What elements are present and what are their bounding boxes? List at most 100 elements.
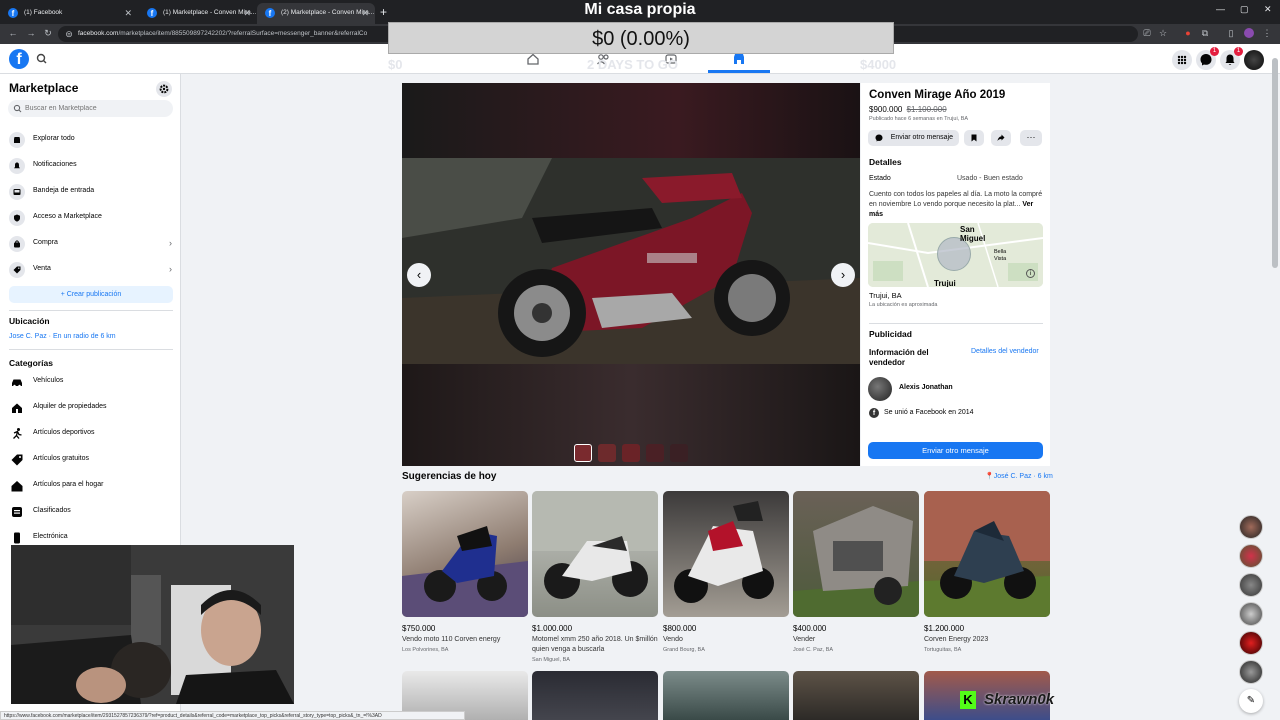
category-alquiler[interactable]: Alquiler de propiedades xyxy=(9,397,174,417)
new-tab-button[interactable]: + xyxy=(380,3,387,21)
menu-grid-button[interactable] xyxy=(1172,50,1192,70)
price-row: $900.000 $1.100.000 xyxy=(869,105,947,114)
category-clasificados[interactable]: Clasificados xyxy=(9,501,174,521)
listing-old-price: $1.100.000 xyxy=(906,105,947,114)
close-tab-icon[interactable]: ✕ xyxy=(361,3,369,23)
contact-avatar[interactable] xyxy=(1239,573,1263,597)
browser-tab-2[interactable]: f (1) Marketplace - Conven Mira... ✕ xyxy=(139,3,257,24)
suggestions-location-link[interactable]: 📍José C. Paz · 6 km xyxy=(985,472,1053,480)
photo-thumbnail[interactable] xyxy=(622,444,640,462)
browser-tab-label: (1) Facebook xyxy=(24,9,63,16)
suggestion-image xyxy=(793,491,919,617)
next-photo-button[interactable]: › xyxy=(831,263,855,287)
sidepanel-icon[interactable]: ▯ xyxy=(1226,28,1236,38)
minimize-icon[interactable]: — xyxy=(1216,4,1225,14)
stream-goal-amount: $0 (0.00%) xyxy=(592,28,690,50)
suggestion-card[interactable] xyxy=(663,671,789,720)
chrome-menu-icon[interactable]: ⋮ xyxy=(1262,28,1272,38)
category-label: Vehículos xyxy=(33,377,64,384)
category-electronica[interactable]: Electrónica xyxy=(9,527,174,547)
close-tab-icon[interactable]: ✕ xyxy=(124,3,132,23)
sidebar-item-venta[interactable]: Venta › xyxy=(9,259,174,279)
contact-avatar[interactable] xyxy=(1239,631,1263,655)
messenger-button[interactable]: 1 xyxy=(1196,47,1219,70)
back-icon[interactable]: ← xyxy=(8,28,18,38)
create-listing-button[interactable]: + Crear publicación xyxy=(9,286,173,303)
marketplace-search-box[interactable] xyxy=(8,100,173,117)
facebook-logo-icon[interactable]: f xyxy=(9,49,29,69)
details-heading: Detalles xyxy=(869,157,902,167)
photo-thumbnail[interactable] xyxy=(598,444,616,462)
category-deportivos[interactable]: Artículos deportivos xyxy=(9,423,174,443)
extensions-puzzle-icon[interactable]: ⧉ xyxy=(1200,28,1210,38)
chevron-right-icon: › xyxy=(169,264,172,274)
divider xyxy=(9,310,173,311)
site-info-icon[interactable]: ⊜ xyxy=(64,29,74,39)
contact-avatar[interactable] xyxy=(1239,544,1263,568)
search-icon[interactable] xyxy=(35,52,49,66)
suggestion-card[interactable]: $750.000 Vendo moto 110 Corven energy Lo… xyxy=(402,491,528,671)
location-filter-link[interactable]: Jose C. Paz · En un radio de 6 km xyxy=(9,333,116,340)
location-map[interactable]: San Miguel Bella Vista Trujui i xyxy=(868,223,1043,287)
photo-thumbnail[interactable] xyxy=(574,444,592,462)
bookmark-star-icon[interactable]: ☆ xyxy=(1158,28,1168,38)
facebook-icon: f xyxy=(869,408,879,418)
map-label-city: San Miguel xyxy=(960,225,986,243)
sidebar-item-explorar[interactable]: Explorar todo xyxy=(9,129,174,149)
notifications-button[interactable]: 1 xyxy=(1220,47,1243,70)
contact-avatar[interactable] xyxy=(1239,602,1263,626)
account-avatar[interactable] xyxy=(1244,50,1264,70)
messenger-icon xyxy=(875,134,883,142)
active-tab-indicator xyxy=(708,70,770,73)
suggestion-location: Los Polvorines, BA xyxy=(402,647,449,653)
posted-info: Publicado hace 6 semanas en Trujui, BA xyxy=(869,116,969,122)
new-message-button[interactable]: ✎ xyxy=(1239,689,1263,713)
sidebar-item-acceso[interactable]: Acceso a Marketplace xyxy=(9,207,174,227)
contact-avatar[interactable] xyxy=(1239,515,1263,539)
category-hogar[interactable]: Artículos para el hogar xyxy=(9,475,174,495)
category-gratuitos[interactable]: Artículos gratuitos xyxy=(9,449,174,469)
photo-thumbnail[interactable] xyxy=(670,444,688,462)
category-label: Alquiler de propiedades xyxy=(33,403,107,410)
send-message-primary-button[interactable]: Enviar otro mensaje xyxy=(868,442,1043,459)
extension-icon[interactable]: ● xyxy=(1183,28,1193,38)
seller-avatar[interactable] xyxy=(868,377,892,401)
previous-photo-button[interactable]: ‹ xyxy=(407,263,431,287)
suggestion-card[interactable]: $800.000 Vendo Grand Bourg, BA xyxy=(663,491,789,671)
close-tab-icon[interactable]: ✕ xyxy=(243,3,251,23)
marketplace-search-input[interactable] xyxy=(25,100,165,117)
category-vehiculos[interactable]: Vehículos xyxy=(9,371,174,391)
suggestion-card[interactable]: $1.000.000 Motomel xmm 250 año 2018. Un … xyxy=(532,491,658,671)
cast-icon[interactable]: ⎚ xyxy=(1142,28,1152,38)
browser-tab-3[interactable]: f (2) Marketplace - Conven Mira... ✕ xyxy=(257,3,375,24)
page-scrollbar[interactable] xyxy=(1272,58,1278,268)
info-icon[interactable]: i xyxy=(1026,269,1035,278)
suggestions-heading: Sugerencias de hoy xyxy=(402,471,497,482)
save-button[interactable] xyxy=(964,130,984,146)
listing-price: $900.000 xyxy=(869,105,903,114)
listing-description: Cuento con todos los papeles al día. La … xyxy=(869,190,1044,220)
settings-gear-button[interactable] xyxy=(156,81,172,97)
profile-icon[interactable] xyxy=(1244,28,1254,38)
sidebar-item-bandeja[interactable]: Bandeja de entrada xyxy=(9,181,174,201)
maximize-icon[interactable]: ▢ xyxy=(1240,4,1249,15)
sidebar-item-notificaciones[interactable]: Notificaciones xyxy=(9,155,174,175)
suggestion-card[interactable]: $400.000 Vender José C. Paz, BA xyxy=(793,491,919,671)
suggestion-card[interactable] xyxy=(793,671,919,720)
sidebar-item-compra[interactable]: Compra › xyxy=(9,233,174,253)
listing-photo[interactable] xyxy=(402,158,860,364)
forward-icon[interactable]: → xyxy=(26,28,36,38)
suggestion-card[interactable] xyxy=(532,671,658,720)
close-window-icon[interactable]: ✕ xyxy=(1264,4,1272,15)
more-options-button[interactable]: ··· xyxy=(1020,130,1042,146)
listing-details-panel: Conven Mirage Año 2019 $900.000 $1.100.0… xyxy=(861,83,1050,466)
send-message-button[interactable]: Enviar otro mensaje xyxy=(868,130,959,146)
photo-thumbnail[interactable] xyxy=(646,444,664,462)
seller-name[interactable]: Alexis Jonathan xyxy=(899,384,953,391)
reload-icon[interactable]: ↻ xyxy=(43,28,53,38)
share-button[interactable] xyxy=(991,130,1011,146)
seller-details-link[interactable]: Detalles del vendedor xyxy=(971,348,1039,355)
browser-tab-1[interactable]: f (1) Facebook ✕ xyxy=(0,3,138,24)
contact-avatar[interactable] xyxy=(1239,660,1263,684)
suggestion-card[interactable]: $1.200.000 Corven Energy 2023 Tortuguita… xyxy=(924,491,1050,671)
